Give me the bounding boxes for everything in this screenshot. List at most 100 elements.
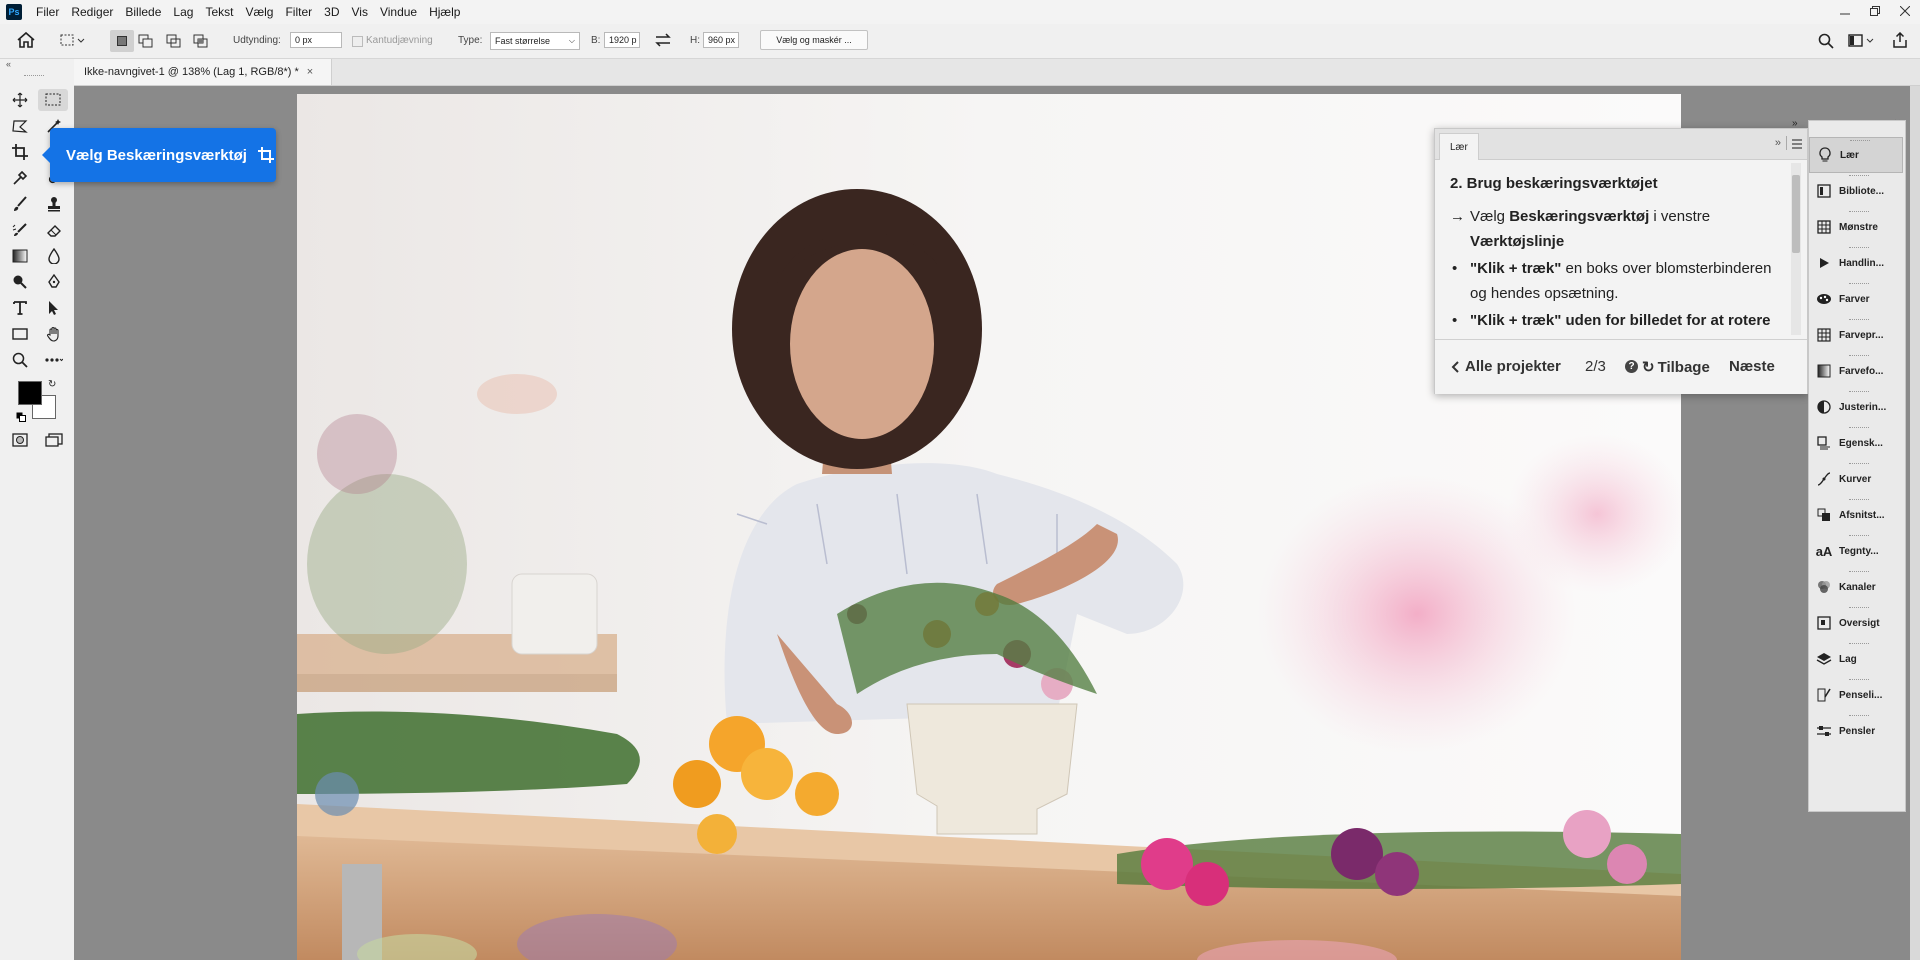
- menu-image[interactable]: Billede: [119, 5, 167, 19]
- menu-edit[interactable]: Rediger: [65, 5, 119, 19]
- collapse-panel-icon[interactable]: »: [1775, 137, 1781, 149]
- panel-menu-icon[interactable]: [1791, 138, 1803, 152]
- menu-layer[interactable]: Lag: [167, 5, 199, 19]
- share-icon[interactable]: [1892, 31, 1908, 51]
- document-tab-bar: Ikke-navngivet-1 @ 138% (Lag 1, RGB/8*) …: [74, 59, 1920, 86]
- window-scrollbar[interactable]: [1910, 86, 1920, 960]
- tab-learn[interactable]: Lær: [1439, 133, 1479, 160]
- help-icon[interactable]: ?: [1625, 360, 1638, 373]
- rectangle-tool-icon[interactable]: [8, 323, 32, 345]
- dock-item-gradients[interactable]: Farvefo...: [1809, 353, 1903, 389]
- foreground-color-swatch[interactable]: [18, 381, 42, 405]
- curves-icon: [1815, 470, 1833, 488]
- step-title: 2. Brug beskæringsværktøjet: [1450, 175, 1658, 192]
- eyedropper-tool-icon[interactable]: [8, 167, 32, 189]
- home-icon[interactable]: [16, 31, 36, 52]
- clone-stamp-tool-icon[interactable]: [42, 193, 66, 215]
- history-brush-tool-icon[interactable]: [8, 219, 32, 241]
- minimize-button[interactable]: [1830, 0, 1860, 22]
- move-tool-icon[interactable]: [8, 89, 32, 111]
- dock-item-character-styles[interactable]: aA Tegnty...: [1809, 533, 1903, 569]
- pen-tool-icon[interactable]: [42, 271, 66, 293]
- dock-item-layers[interactable]: Lag: [1809, 641, 1903, 677]
- marquee-preset-icon[interactable]: [60, 34, 86, 51]
- actions-icon: [1815, 254, 1833, 272]
- dock-item-adjustments[interactable]: Justerin...: [1809, 389, 1903, 425]
- menu-view[interactable]: Vis: [345, 5, 373, 19]
- path-selection-tool-icon[interactable]: [42, 297, 66, 319]
- lightbulb-icon: [1816, 146, 1834, 164]
- dock-item-swatches[interactable]: Farvepr...: [1809, 317, 1903, 353]
- menu-type[interactable]: Tekst: [199, 5, 239, 19]
- style-dropdown[interactable]: Fast størrelse ⌵: [490, 32, 580, 50]
- screen-mode-icon[interactable]: [42, 429, 66, 451]
- scrollbar-thumb[interactable]: [1792, 175, 1800, 253]
- eraser-tool-icon[interactable]: [42, 219, 66, 241]
- dock-item-navigator[interactable]: Oversigt: [1809, 605, 1903, 641]
- brush-tool-icon[interactable]: [8, 193, 32, 215]
- close-window-button[interactable]: [1890, 0, 1920, 22]
- layers-icon: [1815, 650, 1833, 668]
- item-grip: [1849, 175, 1869, 178]
- hand-tool-icon[interactable]: [42, 323, 66, 345]
- new-selection-icon[interactable]: [110, 30, 134, 52]
- dock-item-curves[interactable]: Kurver: [1809, 461, 1903, 497]
- next-button[interactable]: Næste: [1729, 358, 1775, 375]
- dock-item-properties[interactable]: Egensk...: [1809, 425, 1903, 461]
- zoom-tool-icon[interactable]: [8, 349, 32, 371]
- reset-icon: ↻: [1642, 359, 1655, 376]
- add-to-selection-icon[interactable]: [138, 34, 154, 51]
- subtract-selection-icon[interactable]: [166, 34, 182, 51]
- paragraph-styles-icon: [1815, 506, 1833, 524]
- menu-file[interactable]: Filer: [30, 5, 65, 19]
- width-input[interactable]: 1920 p: [604, 32, 640, 48]
- dock-item-color[interactable]: Farver: [1809, 281, 1903, 317]
- dodge-tool-icon[interactable]: [8, 271, 32, 293]
- chevron-down-icon: ⌵: [568, 36, 575, 45]
- height-input[interactable]: 960 px: [703, 32, 739, 48]
- workspace-icon[interactable]: [1848, 34, 1874, 51]
- dock-item-paragraph-styles[interactable]: Afsnitst...: [1809, 497, 1903, 533]
- quick-mask-icon[interactable]: [8, 429, 32, 451]
- type-tool-icon[interactable]: [8, 297, 32, 319]
- gradient-tool-icon[interactable]: [8, 245, 32, 267]
- blur-tool-icon[interactable]: [42, 245, 66, 267]
- dock-item-brush-settings[interactable]: Penseli...: [1809, 677, 1903, 713]
- swap-dimensions-icon[interactable]: [654, 33, 672, 50]
- dock-item-brushes[interactable]: Pensler: [1809, 713, 1903, 749]
- dock-item-patterns[interactable]: Mønstre: [1809, 209, 1903, 245]
- menu-filter[interactable]: Filter: [279, 5, 318, 19]
- crop-tool-icon[interactable]: [8, 141, 32, 163]
- back-button[interactable]: ↻ Tilbage: [1642, 358, 1710, 377]
- collapse-toolbar-icon[interactable]: «: [6, 59, 11, 69]
- dock-item-libraries[interactable]: Bibliote...: [1809, 173, 1903, 209]
- document-tab[interactable]: Ikke-navngivet-1 @ 138% (Lag 1, RGB/8*) …: [74, 59, 332, 85]
- item-grip: [1849, 499, 1869, 502]
- tools-panel: « ↻: [0, 59, 75, 960]
- restore-button[interactable]: [1860, 0, 1890, 22]
- dock-item-channels[interactable]: Kanaler: [1809, 569, 1903, 605]
- expand-dock-icon[interactable]: »: [1792, 118, 1798, 129]
- dock-item-learn[interactable]: Lær: [1809, 137, 1903, 173]
- antialias-checkbox[interactable]: [352, 36, 363, 47]
- swap-colors-icon[interactable]: ↻: [48, 379, 56, 390]
- menu-3d[interactable]: 3D: [318, 5, 345, 19]
- dock-item-actions[interactable]: Handlin...: [1809, 245, 1903, 281]
- default-colors-icon[interactable]: [16, 411, 26, 425]
- close-tab-icon[interactable]: ×: [307, 66, 313, 78]
- learn-scrollbar[interactable]: [1791, 163, 1801, 335]
- search-icon[interactable]: [1818, 33, 1834, 52]
- intersect-selection-icon[interactable]: [193, 34, 209, 51]
- arrow-right-icon: →: [1450, 208, 1465, 225]
- menu-help[interactable]: Hjælp: [423, 5, 466, 19]
- select-and-mask-button[interactable]: Vælg og maskér ...: [760, 30, 868, 50]
- learn-panel-header: Lær »: [1435, 129, 1807, 160]
- style-label: Type:: [458, 35, 483, 46]
- feather-input[interactable]: 0 px: [290, 32, 342, 48]
- lasso-tool-icon[interactable]: [8, 115, 32, 137]
- menu-select[interactable]: Vælg: [239, 5, 279, 19]
- all-projects-button[interactable]: Alle projekter: [1451, 358, 1561, 375]
- more-tools-icon[interactable]: [42, 349, 66, 371]
- menu-window[interactable]: Vindue: [374, 5, 423, 19]
- rectangular-marquee-tool-icon[interactable]: [38, 89, 68, 111]
